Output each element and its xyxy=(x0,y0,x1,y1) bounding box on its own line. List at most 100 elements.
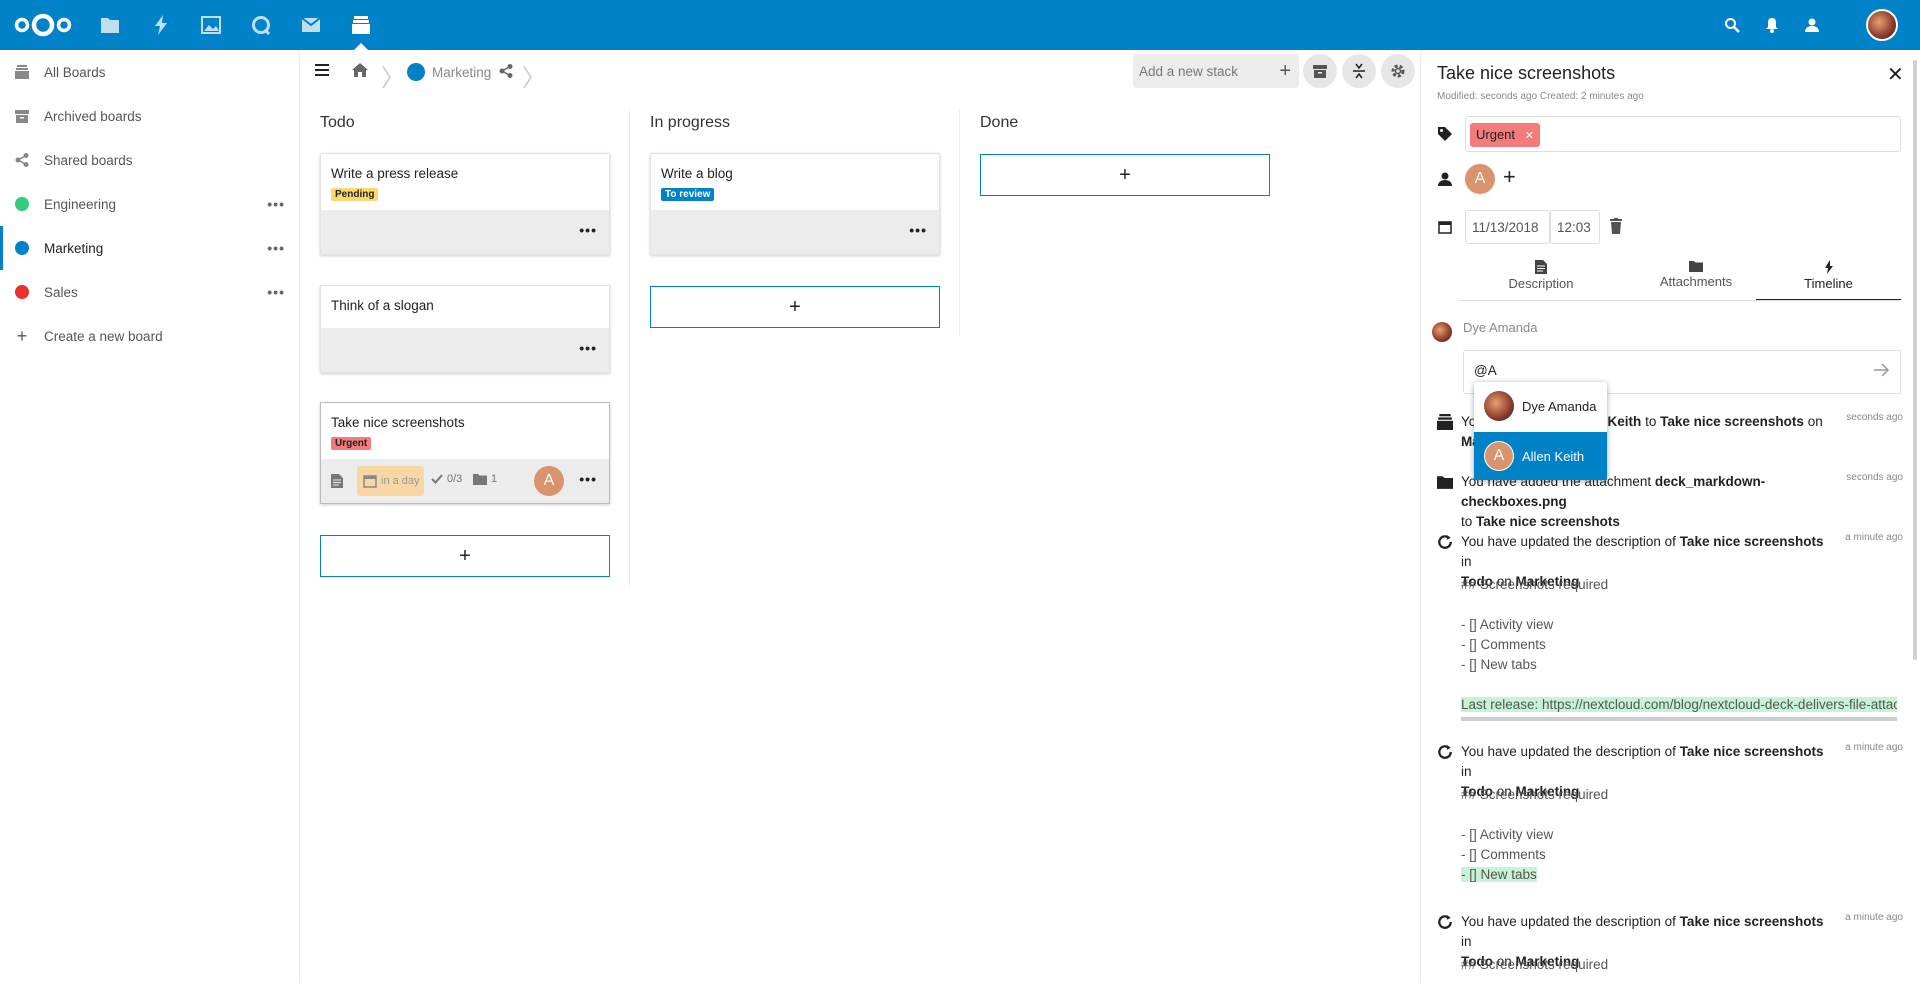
card-footer: ••• xyxy=(321,328,609,372)
refresh-icon xyxy=(1438,915,1452,929)
activity-text: in xyxy=(1461,934,1472,949)
markdown-line: ## Screenshots required xyxy=(1461,957,1609,972)
deck-icon[interactable] xyxy=(349,13,373,50)
tab-description[interactable]: Description xyxy=(1466,256,1616,300)
more-actions-icon[interactable]: ••• xyxy=(267,240,285,256)
mention-option[interactable]: A Allen Keith xyxy=(1474,432,1607,480)
card-label: Urgent xyxy=(331,437,372,450)
sidebar-item-archived-boards[interactable]: Archived boards xyxy=(0,94,299,138)
folder-icon xyxy=(473,474,487,485)
nextcloud-logo-icon[interactable] xyxy=(12,10,74,40)
assignee-avatar[interactable]: A xyxy=(534,466,564,496)
send-arrow-icon[interactable] xyxy=(1874,363,1890,380)
card-footer: ••• xyxy=(321,210,609,254)
activity-markdown: ## Screenshots required - [] Activity vi… xyxy=(1461,785,1608,885)
talk-icon[interactable] xyxy=(249,13,273,37)
activity-card-link[interactable]: Take nice screenshots xyxy=(1680,534,1824,549)
trash-icon[interactable] xyxy=(1610,218,1622,237)
breadcrumb-board-label: Marketing xyxy=(432,64,492,80)
search-icon[interactable] xyxy=(1720,13,1744,37)
more-actions-icon[interactable]: ••• xyxy=(267,196,285,212)
home-icon[interactable] xyxy=(352,63,368,80)
user-avatar[interactable] xyxy=(1866,9,1898,41)
gallery-icon[interactable] xyxy=(199,13,223,37)
activity-card-link[interactable]: Take nice screenshots xyxy=(1680,744,1824,759)
add-card-button[interactable]: + xyxy=(320,535,610,577)
sidebar-item-marketing[interactable]: Marketing ••• xyxy=(0,226,299,270)
activity-entry: You have updated the description of Take… xyxy=(1437,532,1907,589)
add-card-button[interactable]: + xyxy=(980,154,1270,196)
stack-title[interactable]: Todo xyxy=(320,114,355,132)
tab-timeline[interactable]: Timeline xyxy=(1756,256,1901,300)
markdown-line: - [] New tabs xyxy=(1461,657,1537,672)
card-title: Write a blog xyxy=(661,166,733,181)
sidebar-item-engineering[interactable]: Engineering ••• xyxy=(0,182,299,226)
more-actions-icon[interactable]: ••• xyxy=(579,222,597,238)
more-actions-icon[interactable]: ••• xyxy=(579,340,597,356)
mention-option-label: Allen Keith xyxy=(1522,448,1585,464)
board-settings-button[interactable] xyxy=(1381,54,1415,88)
app-navigation: All Boards Archived boards Shared boards… xyxy=(0,50,300,983)
files-icon[interactable] xyxy=(98,13,122,37)
refresh-icon xyxy=(1438,745,1452,759)
add-icon[interactable]: + xyxy=(1279,60,1291,83)
breadcrumb-board[interactable]: Marketing xyxy=(407,62,513,82)
due-date-input[interactable]: 11/13/2018 xyxy=(1465,210,1550,244)
stack-title[interactable]: In progress xyxy=(650,114,730,132)
sidebar-item-create-board[interactable]: + Create a new board xyxy=(0,314,299,358)
add-stack-input[interactable]: Add a new stack + xyxy=(1133,54,1299,88)
tags-select[interactable]: Urgent ✕ xyxy=(1465,116,1901,152)
due-date-badge: in a day xyxy=(357,466,424,496)
sidebar-item-sales[interactable]: Sales ••• xyxy=(0,270,299,314)
remove-tag-icon[interactable]: ✕ xyxy=(1525,130,1534,142)
activity-card-link[interactable]: Take nice screenshots xyxy=(1680,914,1824,929)
attachments-count: 1 xyxy=(491,473,498,485)
more-actions-icon[interactable]: ••• xyxy=(909,222,927,238)
assignee-avatar[interactable]: A xyxy=(1465,164,1495,194)
markdown-line: - [] Activity view xyxy=(1461,617,1554,632)
close-icon[interactable]: ✕ xyxy=(1887,62,1904,87)
card[interactable]: Write a blog To review ••• xyxy=(650,153,940,255)
activity-text: in xyxy=(1461,764,1472,779)
card[interactable]: Think of a slogan ••• xyxy=(320,285,610,373)
sidebar-item-label: Marketing xyxy=(44,240,104,256)
card[interactable]: Write a press release Pending ••• xyxy=(320,153,610,255)
detail-scrollbar[interactable] xyxy=(1913,60,1917,660)
activity-icon[interactable] xyxy=(149,13,173,37)
activity-time: seconds ago xyxy=(1846,412,1903,423)
menu-toggle-icon[interactable] xyxy=(315,64,329,79)
checklist-count: 0/3 xyxy=(447,473,463,485)
more-actions-icon[interactable]: ••• xyxy=(267,284,285,300)
collapse-button[interactable] xyxy=(1342,54,1376,88)
gear-icon xyxy=(1391,64,1405,78)
user-avatar xyxy=(1484,391,1514,421)
activity-time: a minute ago xyxy=(1845,532,1903,543)
tab-attachments[interactable]: Attachments xyxy=(1621,256,1771,300)
more-actions-icon[interactable]: ••• xyxy=(579,471,597,487)
mail-icon[interactable] xyxy=(299,13,323,37)
comment-input-value: @A xyxy=(1474,363,1497,378)
stack-title[interactable]: Done xyxy=(980,114,1018,132)
sidebar-item-all-boards[interactable]: All Boards xyxy=(0,50,299,94)
card-title: Write a press release xyxy=(331,166,459,181)
markdown-added-line: - [] New tabs xyxy=(1461,867,1537,882)
activity-time: a minute ago xyxy=(1845,742,1903,753)
card-title: Think of a slogan xyxy=(331,298,434,313)
activity-card-link[interactable]: Take nice screenshots xyxy=(1476,514,1620,529)
user-avatar: A xyxy=(1484,441,1514,471)
card[interactable]: Take nice screenshots Urgent in a day 0/… xyxy=(320,402,610,504)
add-assignee-icon[interactable]: + xyxy=(1503,164,1516,190)
due-time-input[interactable]: 12:03 xyxy=(1550,210,1600,244)
share-icon[interactable] xyxy=(499,63,513,81)
collapse-icon xyxy=(1353,63,1365,79)
mention-option[interactable]: Dye Amanda xyxy=(1474,382,1607,430)
notifications-bell-icon[interactable] xyxy=(1760,13,1784,37)
sidebar-item-label: Archived boards xyxy=(44,108,142,124)
sidebar-item-shared-boards[interactable]: Shared boards xyxy=(0,138,299,182)
contacts-icon[interactable] xyxy=(1800,13,1824,37)
add-card-button[interactable]: + xyxy=(650,286,940,328)
calendar-icon xyxy=(363,475,377,488)
activity-card-link[interactable]: Take nice screenshots xyxy=(1660,414,1804,429)
card-detail-title[interactable]: Take nice screenshots xyxy=(1437,63,1615,84)
archive-filter-button[interactable] xyxy=(1303,54,1337,88)
